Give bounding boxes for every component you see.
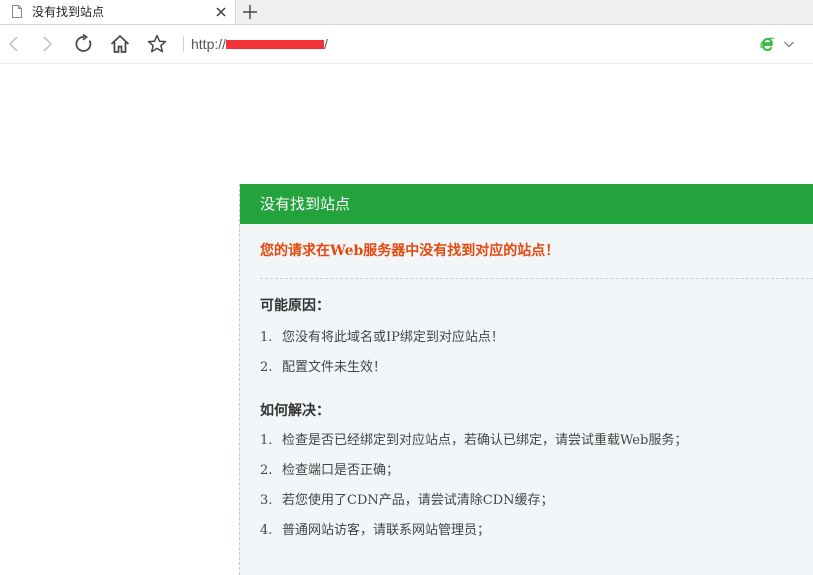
ie-icon[interactable] xyxy=(760,36,775,51)
solutions-title: 如何解决： xyxy=(260,403,330,419)
chevron-down-icon[interactable] xyxy=(783,38,795,50)
list-text: 检查端口是否正确； xyxy=(282,463,400,478)
list-number: 2. xyxy=(260,463,273,478)
list-text: 检查是否已经绑定到对应站点，若确认已绑定，请尝试重载Web服务； xyxy=(282,433,688,448)
page-icon xyxy=(12,5,22,18)
url-suffix: / xyxy=(324,36,328,52)
list-text: 普通网站访客，请联系网站管理员； xyxy=(282,523,491,538)
list-text: 您没有将此域名或IP绑定到对应站点！ xyxy=(282,330,504,345)
list-number: 3. xyxy=(260,493,273,508)
tab-title: 没有找到站点 xyxy=(32,5,105,19)
list-item: 1. 检查是否已经绑定到对应站点，若确认已绑定，请尝试重载Web服务； xyxy=(260,432,687,450)
home-icon xyxy=(110,34,130,53)
warning-message: 您的请求在Web服务器中没有找到对应的站点！ xyxy=(260,243,560,259)
panel-title: 没有找到站点 xyxy=(260,195,351,213)
address-bar-divider xyxy=(183,36,184,52)
close-icon[interactable] xyxy=(214,5,228,19)
back-button[interactable] xyxy=(4,34,24,54)
list-item: 4. 普通网站访客，请联系网站管理员； xyxy=(260,522,490,540)
forward-button[interactable] xyxy=(37,34,57,54)
list-text: 若您使用了CDN产品，请尝试清除CDN缓存； xyxy=(282,493,554,508)
toolbar: http:// / xyxy=(0,25,813,64)
refresh-icon xyxy=(75,34,92,52)
divider xyxy=(260,278,813,279)
tab-active[interactable]: 没有找到站点 xyxy=(0,0,236,24)
refresh-button[interactable] xyxy=(74,34,94,54)
tab-strip: 没有找到站点 xyxy=(0,0,813,25)
star-icon xyxy=(147,34,167,53)
url-prefix: http:// xyxy=(191,36,227,52)
list-number: 1. xyxy=(260,433,273,448)
list-number: 4. xyxy=(260,523,273,538)
list-text: 配置文件未生效！ xyxy=(282,360,387,375)
list-item: 1. 您没有将此域名或IP绑定到对应站点！ xyxy=(260,329,504,347)
favorite-button[interactable] xyxy=(147,34,167,54)
panel-header: 没有找到站点 xyxy=(240,184,813,224)
url-redaction xyxy=(226,39,325,49)
chevron-left-icon xyxy=(8,36,18,52)
plus-icon[interactable] xyxy=(242,4,258,20)
list-number: 2. xyxy=(260,360,273,375)
causes-title: 可能原因： xyxy=(260,298,330,314)
home-button[interactable] xyxy=(110,34,130,54)
list-item: 3. 若您使用了CDN产品，请尝试清除CDN缓存； xyxy=(260,492,554,510)
list-number: 1. xyxy=(260,330,273,345)
address-bar[interactable]: http:// / xyxy=(191,35,328,53)
error-panel: 没有找到站点 您的请求在Web服务器中没有找到对应的站点！ 可能原因： 1. 您没… xyxy=(239,184,813,575)
chevron-right-icon xyxy=(43,36,53,52)
list-item: 2. 检查端口是否正确； xyxy=(260,462,399,480)
list-item: 2. 配置文件未生效！ xyxy=(260,359,386,377)
